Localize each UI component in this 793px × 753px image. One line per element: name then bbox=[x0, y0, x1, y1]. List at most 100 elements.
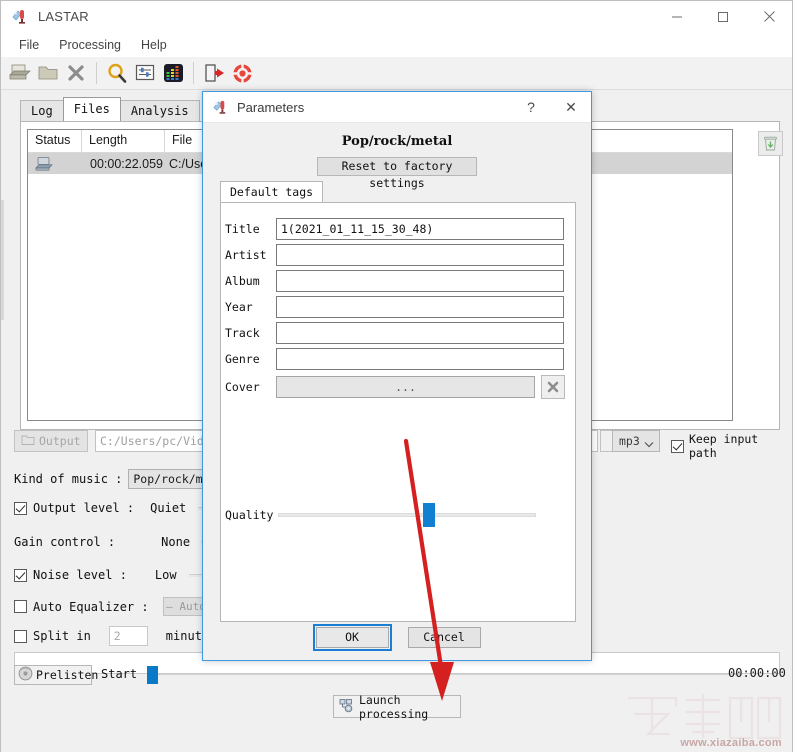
cancel-button[interactable]: Cancel bbox=[407, 627, 481, 648]
remove-icon[interactable] bbox=[63, 60, 89, 86]
year-field-label: Year bbox=[225, 300, 253, 314]
start-slider-track bbox=[147, 674, 740, 677]
album-field[interactable] bbox=[276, 270, 564, 292]
keep-input-path-checkbox[interactable] bbox=[671, 439, 684, 453]
quality-row: Quality bbox=[221, 503, 577, 527]
cover-field-label: Cover bbox=[225, 380, 260, 394]
quality-slider-track bbox=[278, 513, 536, 517]
application-window: LASTAR File Processing Help Log Files An… bbox=[0, 0, 793, 752]
genre-field[interactable] bbox=[276, 348, 564, 370]
quality-slider-handle[interactable] bbox=[423, 503, 435, 527]
prelisten-label: Prelisten bbox=[36, 668, 99, 682]
tab-log[interactable]: Log bbox=[20, 100, 64, 121]
close-icon[interactable]: ✕ bbox=[551, 92, 591, 123]
split-checkbox[interactable] bbox=[14, 629, 27, 643]
launch-processing-button[interactable]: Launch processing bbox=[333, 692, 461, 721]
menu-bar: File Processing Help bbox=[1, 32, 792, 57]
artist-field-label: Artist bbox=[225, 248, 267, 262]
track-field-label: Track bbox=[225, 326, 260, 340]
tab-analysis[interactable]: Analysis bbox=[119, 100, 200, 121]
settings-sliders-icon[interactable] bbox=[132, 60, 158, 86]
gain-control-label: Gain control : bbox=[14, 535, 116, 549]
format-select[interactable]: mp3 bbox=[612, 430, 660, 452]
kind-of-music-label: Kind of music : bbox=[14, 472, 123, 486]
tab-strip: Log Files Analysis bbox=[20, 97, 200, 121]
dialog-heading: Pop/rock/metal bbox=[341, 134, 453, 149]
reset-factory-settings-button[interactable]: Reset to factory settings bbox=[317, 157, 477, 190]
output-level-label: Output level : bbox=[33, 501, 135, 515]
exit-icon[interactable] bbox=[201, 60, 227, 86]
watermark-logo bbox=[628, 694, 782, 740]
track-field[interactable] bbox=[276, 322, 564, 344]
window-controls bbox=[654, 1, 792, 32]
output-level-value: Quiet bbox=[150, 501, 187, 515]
dialog-title: Parameters bbox=[237, 99, 305, 115]
toolbar-separator-2 bbox=[193, 62, 194, 84]
quality-label: Quality bbox=[225, 508, 274, 522]
default-tags-panel: Title 1(2021_01_11_15_30_48) Artist Albu… bbox=[220, 202, 576, 622]
genre-field-row: Genre bbox=[221, 348, 564, 370]
genre-field-label: Genre bbox=[225, 352, 260, 366]
output-button-label: Output bbox=[39, 434, 81, 448]
dialog-tab-strip: Default tags bbox=[220, 181, 324, 203]
kind-of-music-row: Kind of music : Pop/rock/metal bbox=[14, 469, 215, 489]
format-value: mp3 bbox=[619, 434, 640, 448]
artist-field-row: Artist bbox=[221, 244, 564, 266]
quality-slider[interactable] bbox=[278, 503, 536, 527]
menu-item-help[interactable]: Help bbox=[132, 35, 176, 55]
app-icon bbox=[12, 8, 29, 25]
tab-files[interactable]: Files bbox=[62, 97, 121, 121]
open-file-icon[interactable] bbox=[7, 60, 33, 86]
split-label: Split in bbox=[33, 629, 91, 643]
toolbar bbox=[1, 57, 792, 90]
maximize-icon[interactable] bbox=[700, 1, 746, 32]
equalizer-icon[interactable] bbox=[160, 60, 186, 86]
start-slider[interactable] bbox=[147, 665, 740, 685]
title-bar: LASTAR bbox=[1, 1, 792, 32]
menu-item-file[interactable]: File bbox=[10, 35, 48, 55]
cover-browse-button[interactable]: ... bbox=[276, 376, 535, 398]
folder-icon bbox=[21, 434, 35, 449]
search-icon[interactable] bbox=[104, 60, 130, 86]
menu-item-processing[interactable]: Processing bbox=[50, 35, 130, 55]
start-slider-handle[interactable] bbox=[147, 666, 158, 684]
auto-equalizer-label: Auto Equalizer : bbox=[33, 599, 149, 614]
window-title: LASTAR bbox=[38, 9, 89, 24]
toolbar-separator bbox=[96, 62, 97, 84]
output-level-checkbox[interactable] bbox=[14, 501, 27, 515]
close-icon[interactable] bbox=[746, 1, 792, 32]
help-icon[interactable]: ? bbox=[511, 92, 551, 123]
keep-input-path-row[interactable]: Keep input path bbox=[671, 432, 780, 460]
launch-processing-label: Launch processing bbox=[359, 692, 429, 721]
tab-default-tags[interactable]: Default tags bbox=[220, 181, 324, 203]
minimize-icon[interactable] bbox=[654, 1, 700, 32]
track-field-row: Track bbox=[221, 322, 564, 344]
help-lifebuoy-icon[interactable] bbox=[229, 60, 255, 86]
left-scroll-indicator bbox=[1, 200, 4, 320]
noise-level-label: Noise level : bbox=[33, 568, 127, 582]
column-header-length[interactable]: Length bbox=[82, 130, 165, 153]
title-field[interactable]: 1(2021_01_11_15_30_48) bbox=[276, 218, 564, 240]
auto-equalizer-checkbox[interactable] bbox=[14, 600, 27, 613]
artist-field[interactable] bbox=[276, 244, 564, 266]
gain-control-value: None bbox=[161, 535, 191, 549]
keep-input-path-label: Keep input path bbox=[689, 432, 759, 460]
dialog-buttons: OK Cancel bbox=[203, 624, 593, 651]
auto-equalizer-row: Auto Equalizer : — Auto — bbox=[14, 597, 223, 616]
gears-icon bbox=[339, 698, 354, 716]
column-header-status[interactable]: Status bbox=[28, 130, 82, 153]
disc-icon bbox=[18, 666, 33, 684]
file-status-icon bbox=[28, 153, 82, 174]
noise-level-checkbox[interactable] bbox=[14, 568, 27, 582]
year-field[interactable] bbox=[276, 296, 564, 318]
prelisten-button[interactable]: Prelisten bbox=[14, 665, 98, 685]
trash-icon[interactable] bbox=[758, 131, 783, 156]
noise-level-value: Low bbox=[154, 568, 177, 582]
output-button[interactable]: Output bbox=[14, 430, 88, 452]
split-minutes-input[interactable]: 2 bbox=[108, 626, 148, 646]
clear-x-icon[interactable] bbox=[541, 375, 565, 399]
time-display: 00:00:00 bbox=[728, 666, 786, 680]
open-folder-icon[interactable] bbox=[35, 60, 61, 86]
ok-button[interactable]: OK bbox=[312, 624, 392, 651]
title-field-row: Title 1(2021_01_11_15_30_48) bbox=[221, 218, 564, 240]
